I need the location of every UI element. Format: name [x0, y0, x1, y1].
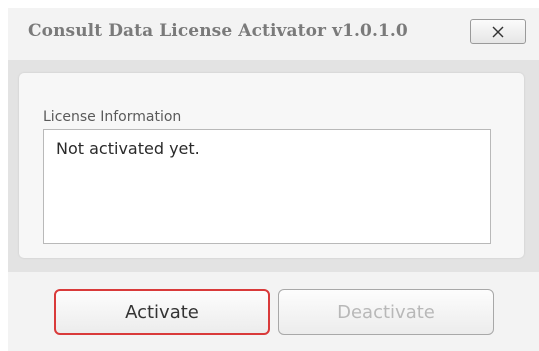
license-info-panel: License Information Not activated yet. — [19, 73, 524, 258]
license-info-label: License Information — [43, 109, 182, 125]
activate-button-label: Activate — [125, 301, 199, 323]
license-status-text: Not activated yet. — [56, 139, 200, 158]
close-button[interactable] — [470, 19, 526, 44]
window-title: Consult Data License Activator v1.0.1.0 — [28, 21, 408, 41]
deactivate-button-label: Deactivate — [337, 301, 435, 323]
button-bar: Activate Deactivate — [8, 272, 539, 351]
close-x-icon — [492, 26, 504, 38]
activate-button[interactable]: Activate — [54, 289, 270, 335]
license-info-textbox[interactable]: Not activated yet. — [43, 129, 491, 244]
deactivate-button[interactable]: Deactivate — [278, 289, 494, 335]
content-area: License Information Not activated yet. — [8, 60, 539, 272]
title-bar[interactable]: Consult Data License Activator v1.0.1.0 — [8, 8, 539, 60]
license-activator-window: Consult Data License Activator v1.0.1.0 … — [8, 8, 539, 351]
